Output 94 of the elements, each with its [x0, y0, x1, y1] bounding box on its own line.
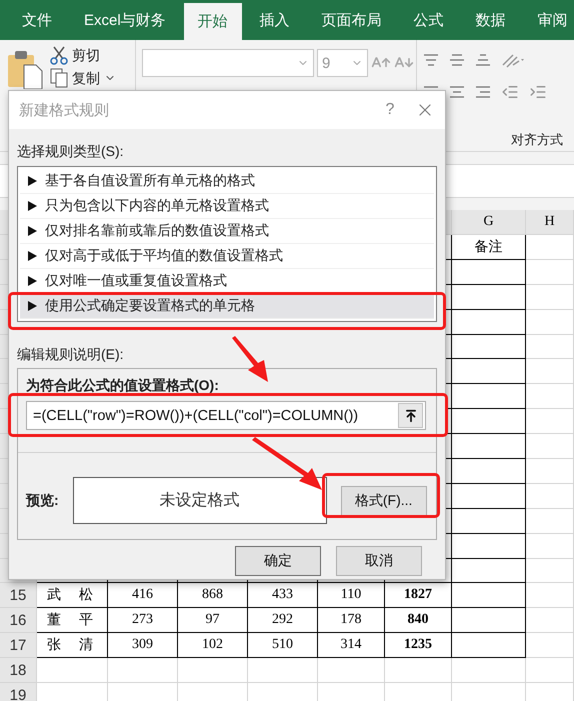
ribbon-tab[interactable]: 开始	[184, 3, 242, 40]
ribbon-tab[interactable]: 数据	[462, 0, 520, 40]
table-cell: 292	[248, 608, 318, 634]
table-cell	[385, 658, 452, 684]
copy-icon[interactable]	[50, 68, 68, 88]
table-cell: 武 松	[37, 583, 108, 608]
row-header[interactable]: 19	[0, 683, 37, 701]
triangle-icon	[28, 176, 37, 186]
table-cell: 840	[385, 608, 452, 634]
table-cell: 868	[178, 583, 248, 608]
align-icon[interactable]	[475, 84, 491, 100]
table-cell	[526, 558, 574, 584]
table-cell: 1235	[385, 633, 452, 658]
formula-label: 为符合此公式的值设置格式(O):	[26, 377, 220, 395]
ribbon-tab[interactable]: 审阅	[524, 0, 574, 40]
ribbon-tab[interactable]: 文件	[8, 0, 66, 40]
ribbon-tab[interactable]: Excel与财务	[70, 0, 180, 40]
ribbon-tab[interactable]: 公式	[400, 0, 458, 40]
table-cell: 110	[318, 583, 385, 608]
table-cell	[526, 459, 574, 484]
arrow	[252, 437, 322, 490]
table-cell	[526, 534, 574, 559]
table-cell: 433	[248, 583, 318, 608]
table-cell: 102	[178, 633, 248, 658]
row-header[interactable]: 15	[0, 583, 37, 608]
table-cell	[526, 508, 574, 534]
table-cell: 1827	[385, 583, 452, 608]
dialog-title: 新建格式规则	[19, 100, 110, 120]
triangle-icon	[28, 276, 37, 286]
decrease-indent-icon[interactable]	[501, 83, 519, 101]
ribbon-tab[interactable]: 插入	[246, 0, 304, 40]
table-cell	[526, 384, 574, 410]
scissors-icon[interactable]	[50, 45, 68, 65]
preview-label: 预览:	[26, 492, 59, 510]
triangle-icon	[28, 201, 37, 211]
table-cell	[108, 658, 178, 684]
format-button[interactable]: 格式(F)...	[340, 486, 427, 516]
align-icon[interactable]	[423, 52, 439, 68]
table-cell: 178	[318, 608, 385, 634]
table-cell	[526, 583, 574, 608]
section-label: 选择规则类型(S):	[17, 143, 125, 161]
column-header[interactable]: G	[452, 210, 526, 235]
table-cell: 董 平	[37, 608, 108, 634]
table-cell	[37, 658, 108, 684]
align-icon[interactable]	[449, 52, 465, 68]
table-cell	[248, 658, 318, 684]
table-cell: 309	[108, 633, 178, 658]
font-name-field[interactable]	[142, 49, 314, 77]
table-cell	[526, 484, 574, 509]
table-cell	[318, 658, 385, 684]
align-icon[interactable]	[475, 52, 491, 68]
table-cell	[526, 284, 574, 310]
table-cell: 314	[318, 633, 385, 658]
copy-button[interactable]: 复制	[72, 69, 100, 87]
formula-field[interactable]: =(CELL("row")=ROW())+(CELL("col")=COLUMN())	[26, 401, 426, 430]
table-cell	[526, 434, 574, 460]
ok-button[interactable]: 确定	[235, 546, 321, 576]
table-cell	[526, 235, 574, 260]
table-cell	[526, 334, 574, 360]
table-cell	[526, 608, 574, 634]
triangle-icon	[28, 251, 37, 261]
table-cell	[526, 409, 574, 434]
row-header[interactable]: 17	[0, 633, 37, 658]
preview-box: 未设定格式	[72, 477, 327, 524]
table-cell	[526, 658, 574, 684]
row-header[interactable]: 16	[0, 608, 37, 634]
arrow-up-icon	[404, 408, 418, 422]
row-header[interactable]: 18	[0, 658, 37, 684]
triangle-icon	[28, 226, 37, 236]
table-cell: 张 清	[37, 633, 108, 658]
arrow	[232, 336, 268, 382]
table-cell	[526, 310, 574, 335]
cut-button[interactable]: 剪切	[72, 46, 100, 64]
table-cell	[526, 359, 574, 384]
column-header[interactable]: H	[526, 210, 574, 235]
table-cell	[178, 658, 248, 684]
help-button[interactable]: ?	[375, 101, 405, 119]
group-label: 对齐方式	[511, 131, 563, 149]
section-label: 编辑规则说明(E):	[17, 346, 125, 364]
table-cell: 416	[108, 583, 178, 608]
increase-indent-icon[interactable]	[529, 83, 547, 101]
cancel-button[interactable]: 取消	[336, 546, 422, 576]
triangle-icon	[28, 301, 37, 311]
table-cell: 97	[178, 608, 248, 634]
collapse-button[interactable]	[398, 403, 423, 428]
table-cell: 510	[248, 633, 318, 658]
rule-type-item[interactable]: 使用公式确定要设置格式的单元格	[20, 294, 434, 319]
table-cell: 273	[108, 608, 178, 634]
align-icon[interactable]	[449, 84, 465, 100]
ribbon-tab[interactable]: 页面布局	[308, 0, 396, 40]
clipboard-icon[interactable]	[6, 49, 44, 89]
table-cell: 备注	[452, 235, 526, 260]
table-cell	[526, 633, 574, 658]
table-cell	[526, 260, 574, 285]
